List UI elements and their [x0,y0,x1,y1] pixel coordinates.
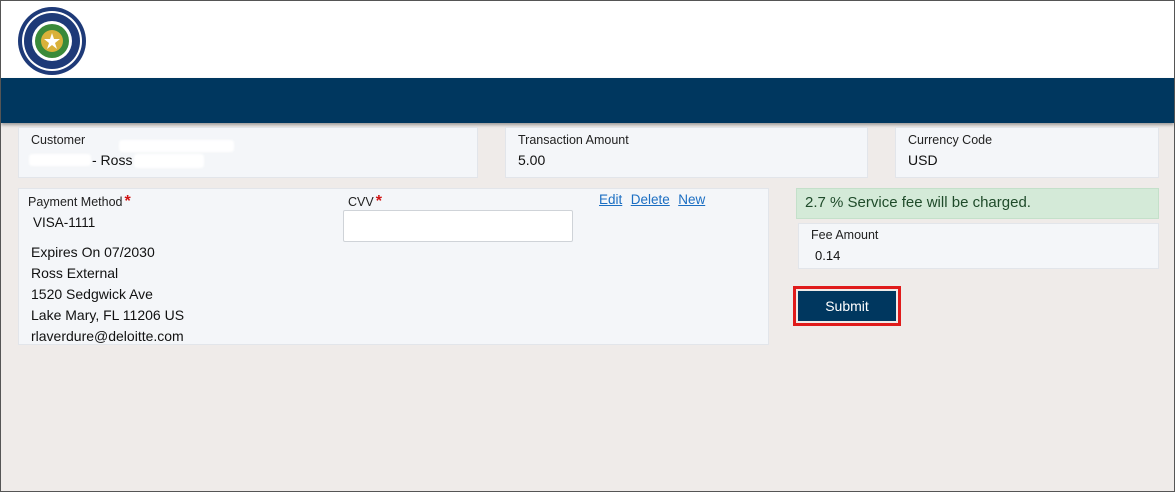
header-bar [1,1,1174,78]
payment-method-value[interactable]: VISA-1111 [33,215,95,230]
edit-link[interactable]: Edit [599,192,622,207]
payment-method-label-text: Payment Method [28,195,123,209]
customer-label: Customer [31,133,86,147]
new-link[interactable]: New [678,192,705,207]
payment-card: Payment Method * VISA-1111 Expires On 07/… [18,188,769,345]
transaction-value: 5.00 [518,152,546,168]
billing-email: rlaverdure@deloitte.com [31,328,184,344]
transaction-label: Transaction Amount [518,133,629,147]
cvv-label: CVV * [348,193,382,211]
submit-button[interactable]: Submit [798,291,896,321]
billing-name: Ross External [31,265,119,281]
redacted-block [29,154,91,166]
fee-label: Fee Amount [811,228,879,242]
required-icon: * [375,193,382,210]
submit-highlight: Submit [793,286,901,326]
currency-value: USD [908,152,938,168]
fee-card: Fee Amount 0.14 [798,223,1159,269]
seal-icon [18,7,86,75]
transaction-card: Transaction Amount 5.00 [505,127,868,178]
nav-bar [1,78,1174,123]
currency-card: Currency Code USD [895,127,1159,178]
billing-city: Lake Mary, FL 11206 US [31,307,185,323]
page-frame: Customer - Ross Transaction Amount 5.00 … [0,0,1175,492]
redacted-block [119,140,234,152]
expires-text: Expires On 07/2030 [31,244,155,260]
delete-link[interactable]: Delete [631,192,670,207]
cvv-label-text: CVV [348,195,374,209]
payment-method-label: Payment Method * [28,193,131,211]
payment-actions: Edit Delete New [599,191,709,209]
redacted-block [134,154,204,168]
required-icon: * [124,193,131,210]
billing-street: 1520 Sedgwick Ave [31,286,153,302]
service-fee-notice: 2.7 % Service fee will be charged. [796,188,1159,219]
fee-value: 0.14 [815,248,841,263]
cvv-input[interactable] [343,210,573,242]
currency-label: Currency Code [908,133,993,147]
customer-card: Customer - Ross [18,127,478,178]
customer-value: - Ross [92,152,133,168]
